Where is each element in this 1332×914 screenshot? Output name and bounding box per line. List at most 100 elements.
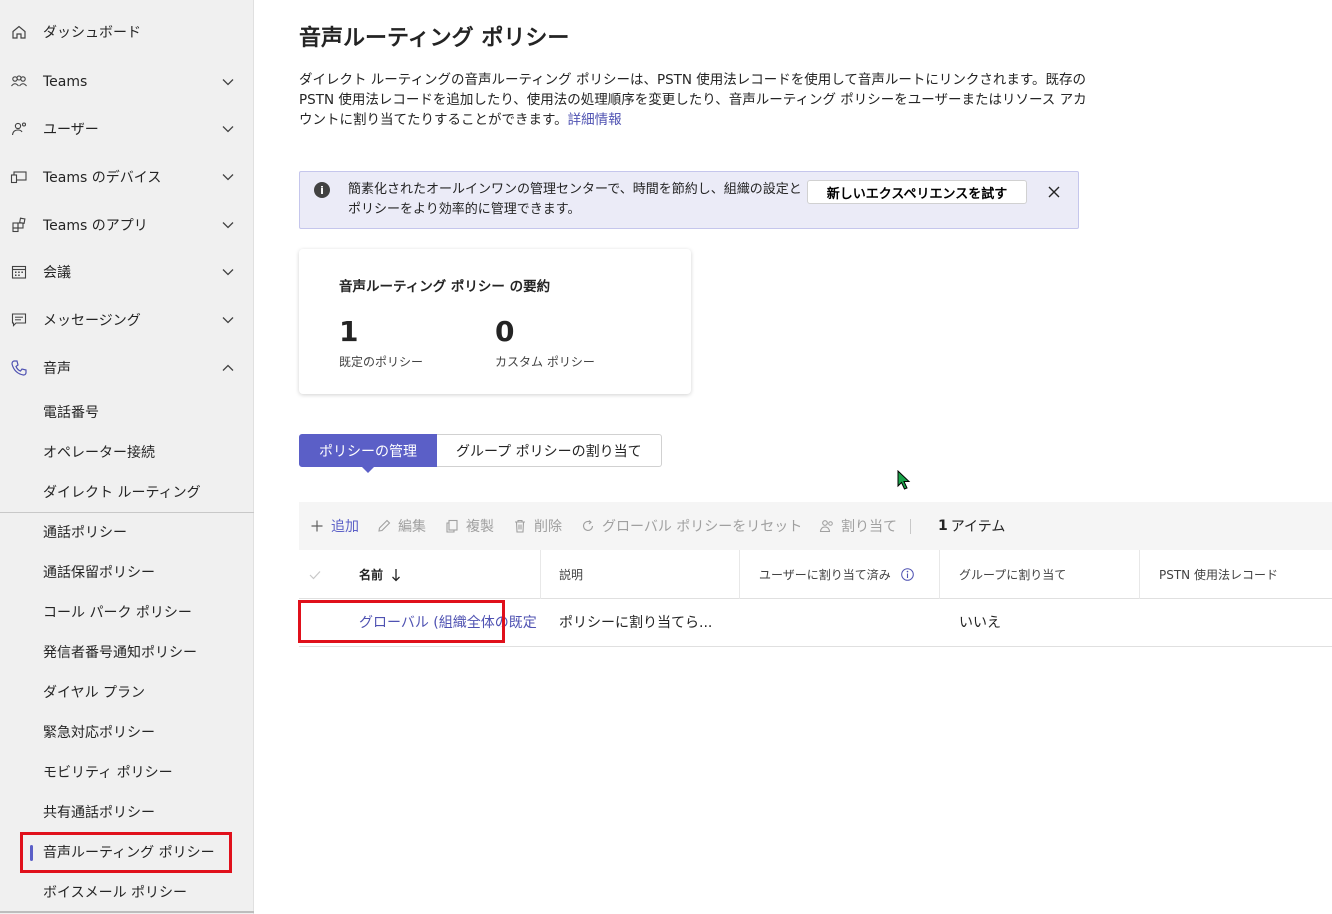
assign-button[interactable]: 割り当て [819,502,897,550]
column-header-name[interactable]: 名前 [359,550,401,599]
info-icon: i [314,182,330,198]
summary-title: 音声ルーティング ポリシー の要約 [339,279,551,295]
nav-item-users[interactable]: ユーザー [0,109,254,149]
sidebar-item-label: 発信者番号通知ポリシー [43,645,197,661]
chevron-down-icon[interactable] [220,74,236,90]
delete-label: 削除 [534,519,562,535]
item-count-unit: アイテム [950,519,1006,535]
column-header-group-assign[interactable]: グループに割り当て [959,550,1066,599]
scroll-edge [0,911,254,913]
sidebar-item-label: 通話ポリシー [43,525,127,541]
column-header-description[interactable]: 説明 [559,550,583,599]
table-header: 名前 説明 ユーザーに割り当て済み グループに割り当て PSTN 使用法レコード [299,550,1332,599]
sidebar-item-label: コール パーク ポリシー [43,605,192,621]
sidebar-item-label: ダイレクト ルーティング [43,485,201,501]
default-policy-label: 既定のポリシー [339,355,424,369]
custom-policy-count: 0 [495,315,515,348]
learn-more-link[interactable]: 詳細情報 [568,112,622,128]
copy-button[interactable]: 複製 [444,502,494,550]
policy-assigned-users [759,599,929,645]
sidebar-item-caller-id-policies[interactable]: 発信者番号通知ポリシー [0,632,254,672]
page-title: 音声ルーティング ポリシー [299,26,570,51]
nav-item-meetings[interactable]: 会議 [0,252,254,292]
try-new-experience-button[interactable]: 新しいエクスペリエンスを試す [807,180,1027,204]
nav-item-label: ダッシュボード [43,25,141,41]
nav-item-voice[interactable]: 音声 [0,348,254,388]
column-header-assigned-users[interactable]: ユーザーに割り当て済み [759,550,914,599]
column-divider [939,550,940,599]
chevron-down-icon[interactable] [220,121,236,137]
nav-item-teams-apps[interactable]: Teams のアプリ [0,205,254,245]
reset-label: グローバル ポリシーをリセット [602,519,803,535]
sidebar-item-label: モビリティ ポリシー [43,765,173,781]
chevron-up-icon[interactable] [220,360,236,376]
sidebar-item-call-park-policies[interactable]: コール パーク ポリシー [0,592,254,632]
left-navigation: ダッシュボード Teams ユーザー Teams のデバイス Teams のアプ… [0,0,254,914]
nav-item-dashboard[interactable]: ダッシュボード [0,12,254,52]
sidebar-item-phone-numbers[interactable]: 電話番号 [0,392,254,432]
sidebar-item-call-hold-policies[interactable]: 通話保留ポリシー [0,552,254,592]
sidebar-item-label: 緊急対応ポリシー [43,725,155,741]
highlight-box [20,832,232,873]
banner-text: 簡素化されたオールインワンの管理センターで、時間を節約し、組織の設定とポリシーを… [348,182,802,217]
sidebar-item-shared-calling-policies[interactable]: 共有通話ポリシー [0,792,254,832]
chevron-down-icon[interactable] [220,217,236,233]
assign-users-icon [819,518,835,534]
apps-icon [10,216,28,234]
close-icon[interactable] [1044,182,1064,202]
select-all-checkbox[interactable] [309,550,321,599]
sidebar-item-voicemail-policies[interactable]: ボイスメール ポリシー [0,872,254,912]
page-description: ダイレクト ルーティングの音声ルーティング ポリシーは、PSTN 使用法レコード… [299,70,1099,130]
delete-icon [512,518,528,534]
sidebar-item-label: 電話番号 [43,405,99,421]
reset-icon [580,518,596,534]
custom-policy-label: カスタム ポリシー [495,355,595,369]
column-divider [739,550,740,599]
nav-item-teams[interactable]: Teams [0,62,254,102]
teams-icon [10,73,28,91]
users-icon [10,120,28,138]
sidebar-item-label: ダイヤル プラン [43,685,146,701]
item-count-number: 1 [938,518,948,534]
add-label: 追加 [331,519,359,535]
summary-card: 音声ルーティング ポリシー の要約 1 既定のポリシー 0 カスタム ポリシー [299,249,691,394]
main-content: 音声ルーティング ポリシー ダイレクト ルーティングの音声ルーティング ポリシー… [255,0,1332,914]
delete-button[interactable]: 削除 [512,502,562,550]
highlight-box [298,600,505,643]
home-icon [10,23,28,41]
policy-group-assign: いいえ [959,615,1001,631]
nav-item-label: 音声 [43,361,71,377]
info-icon[interactable] [900,568,914,581]
sidebar-item-label: ボイスメール ポリシー [43,885,188,901]
policy-description: ポリシーに割り当てら... [559,615,713,631]
nav-item-label: Teams [43,74,88,90]
copy-label: 複製 [466,519,494,535]
sidebar-item-direct-routing[interactable]: ダイレクト ルーティング [0,472,254,512]
edit-label: 編集 [398,519,426,535]
nav-item-label: メッセージング [43,313,141,329]
chevron-down-icon[interactable] [220,264,236,280]
sidebar-item-calling-policies[interactable]: 通話ポリシー [0,512,254,552]
devices-icon [10,168,28,186]
policy-pstn-records [1159,599,1329,645]
reset-global-policy-button[interactable]: グローバル ポリシーをリセット [580,502,802,550]
info-banner: i 簡素化されたオールインワンの管理センターで、時間を節約し、組織の設定とポリシ… [299,171,1079,229]
column-header-pstn[interactable]: PSTN 使用法レコード [1159,550,1278,599]
sidebar-item-mobility-policies[interactable]: モビリティ ポリシー [0,752,254,792]
chevron-down-icon[interactable] [220,169,236,185]
add-button[interactable]: 追加 [309,502,359,550]
tab-bar: ポリシーの管理 グループ ポリシーの割り当て [299,434,662,473]
default-policy-count: 1 [339,315,359,348]
edit-icon [376,518,392,534]
tab-manage-policies[interactable]: ポリシーの管理 [299,434,437,473]
description-text: ダイレクト ルーティングの音声ルーティング ポリシーは、PSTN 使用法レコード… [299,72,1087,128]
chevron-down-icon[interactable] [220,312,236,328]
column-name-label: 名前 [359,568,384,582]
edit-button[interactable]: 編集 [376,502,426,550]
tab-group-policy-assignment[interactable]: グループ ポリシーの割り当て [437,434,662,467]
sidebar-item-emergency-policies[interactable]: 緊急対応ポリシー [0,712,254,752]
nav-item-messaging[interactable]: メッセージング [0,300,254,340]
nav-item-teams-devices[interactable]: Teams のデバイス [0,157,254,197]
sidebar-item-dial-plans[interactable]: ダイヤル プラン [0,672,254,712]
sidebar-item-operator-connect[interactable]: オペレーター接続 [0,432,254,472]
